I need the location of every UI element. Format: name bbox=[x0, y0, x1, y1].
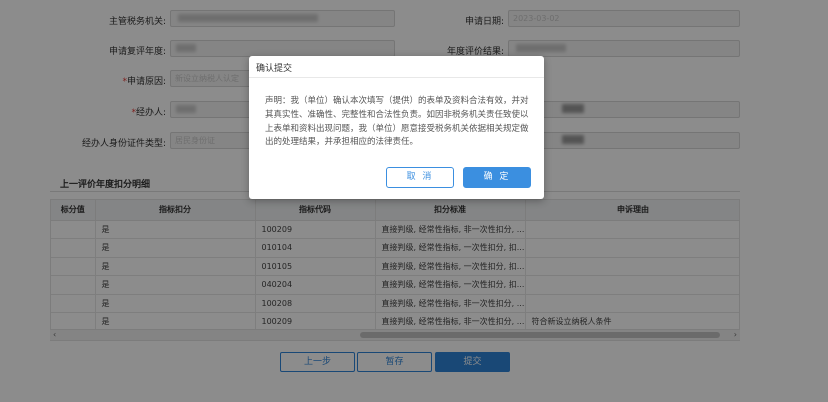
cancel-button[interactable]: 取 消 bbox=[386, 167, 454, 188]
confirm-submit-dialog: 确认提交 声明：我（单位）确认本次填写（提供）的表单及资料合法有效，并对其真实性… bbox=[249, 56, 544, 199]
modal-declaration-text: 声明：我（单位）确认本次填写（提供）的表单及资料合法有效，并对其真实性、准确性、… bbox=[265, 96, 529, 148]
confirm-button[interactable]: 确 定 bbox=[463, 167, 531, 188]
modal-header: 确认提交 bbox=[249, 56, 544, 78]
modal-title: 确认提交 bbox=[256, 64, 293, 74]
